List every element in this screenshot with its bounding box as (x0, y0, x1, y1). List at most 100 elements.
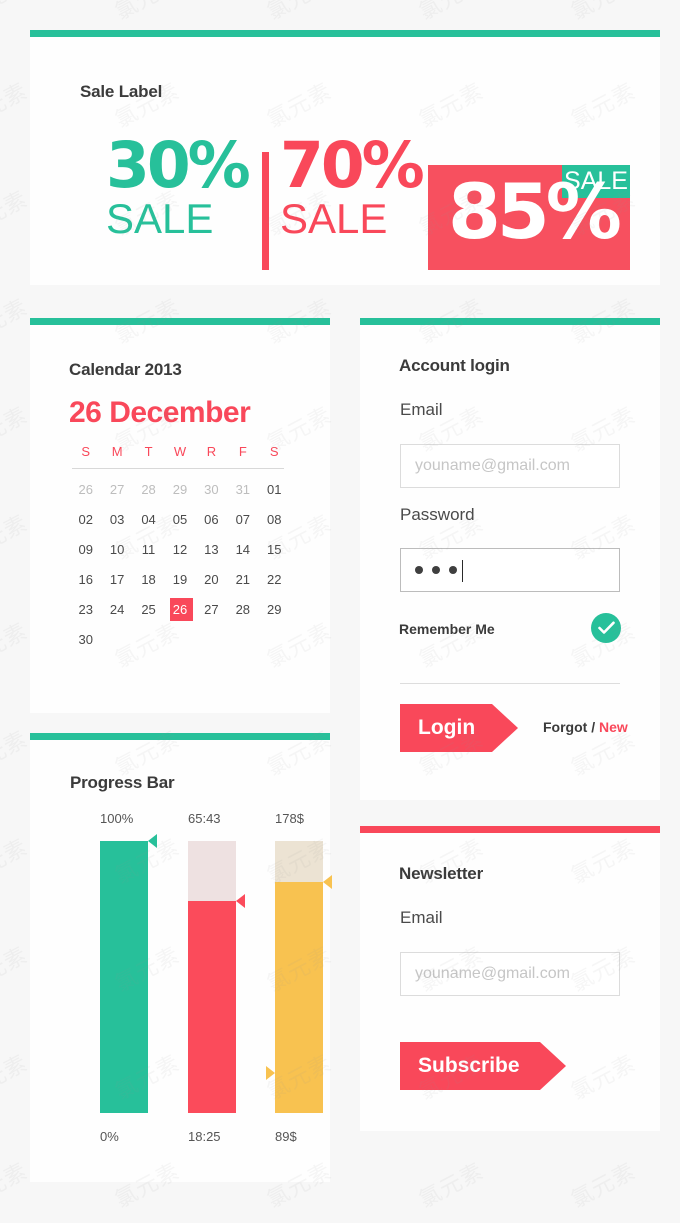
calendar-day-cell[interactable]: 30 (196, 475, 227, 505)
card-accent-bar (30, 733, 330, 740)
calendar-day-cell[interactable]: 14 (227, 535, 258, 565)
calendar-grid: SMTWRFS 26 27 28 29 30 31 01 02 03 04 05 06 07 08 09 10… (70, 440, 290, 655)
password-label: Password (400, 505, 475, 524)
new-account-link[interactable]: New (599, 719, 628, 735)
email-field[interactable] (400, 444, 620, 488)
calendar-day-cell[interactable]: 02 (70, 505, 101, 535)
calendar-day-cell[interactable]: 25 (133, 595, 164, 625)
calendar-day-cell[interactable]: 16 (70, 565, 101, 595)
calendar-day-cell[interactable]: 30 (70, 625, 101, 655)
calendar-day-cell[interactable]: 29 (259, 595, 290, 625)
card-accent-bar (30, 30, 660, 37)
bar-fill (100, 841, 148, 1113)
card-accent-bar (30, 318, 330, 325)
calendar-day-cell[interactable]: 13 (196, 535, 227, 565)
newsletter-title: Newsletter (399, 864, 483, 883)
password-dot (432, 566, 440, 574)
watermark-text: 氯元素 (0, 510, 33, 566)
calendar-day-cell[interactable]: 20 (196, 565, 227, 595)
newsletter-email-field[interactable] (400, 952, 620, 996)
subscribe-button[interactable]: Subscribe (400, 1042, 566, 1090)
calendar-day-cell[interactable]: 12 (164, 535, 195, 565)
bar-track[interactable] (266, 841, 332, 1113)
calendar-week-row: 09 10 11 12 13 14 15 (70, 535, 290, 565)
calendar-selected-day[interactable]: 26 (164, 595, 195, 625)
calendar-day-cell[interactable]: 29 (164, 475, 195, 505)
bar-track[interactable] (100, 834, 157, 1113)
sale-word: SALE (106, 194, 214, 242)
calendar-week-row: 30 (70, 625, 290, 655)
bar-marker-handle[interactable] (148, 834, 157, 848)
bar-top-label: 65:43 (188, 811, 221, 826)
sale-percent: 30% (106, 129, 251, 202)
card-accent-bar (360, 318, 660, 325)
calendar-day-cell[interactable]: 07 (227, 505, 258, 535)
calendar-day-cell[interactable]: 11 (133, 535, 164, 565)
forgot-password-link[interactable]: Forgot / (543, 719, 595, 735)
calendar-day-cell[interactable]: 28 (133, 475, 164, 505)
calendar-day-cell[interactable]: 15 (259, 535, 290, 565)
arrow-tip-icon (540, 1042, 566, 1090)
calendar-day-cell[interactable]: 27 (196, 595, 227, 625)
sale-word: SALE (280, 194, 388, 242)
sale-item-30: 30% SALE (106, 129, 251, 242)
calendar-week-row: 26 27 28 29 30 31 01 (70, 475, 290, 505)
calendar-day-cell[interactable]: 03 (101, 505, 132, 535)
sale-percent: 70% (280, 129, 425, 202)
calendar-day-header: W (173, 444, 187, 459)
progress-title: Progress Bar (70, 773, 175, 792)
remember-me-checkbox[interactable] (591, 613, 621, 643)
calendar-day-cell[interactable]: 09 (70, 535, 101, 565)
calendar-day-cell[interactable]: 27 (101, 475, 132, 505)
watermark-text: 氯元素 (109, 0, 185, 26)
bar-track[interactable] (188, 841, 245, 1113)
calendar-day-cell[interactable]: 24 (101, 595, 132, 625)
password-field[interactable] (400, 548, 620, 592)
calendar-day-cell[interactable]: 26 (70, 475, 101, 505)
page-title: Sale Label (80, 82, 163, 101)
calendar-week-row: 16 17 18 19 20 21 22 (70, 565, 290, 595)
login-button-label: Login (418, 716, 476, 739)
calendar-day-cell[interactable]: 17 (101, 565, 132, 595)
watermark-text: 氯元素 (0, 726, 33, 782)
calendar-day-header: R (206, 444, 217, 459)
bar-marker-handle[interactable] (266, 1066, 275, 1080)
divider (400, 683, 620, 684)
email-label: Email (400, 400, 443, 419)
bar-marker-handle[interactable] (323, 874, 332, 889)
watermark-text: 氯元素 (567, 1158, 641, 1214)
watermark-text: 氯元素 (0, 0, 32, 26)
watermark-text: 氯元素 (0, 834, 33, 890)
watermark-text: 氯元素 (0, 618, 33, 674)
calendar-day-cell[interactable]: 22 (259, 565, 290, 595)
calendar-day-cell[interactable]: 08 (259, 505, 290, 535)
calendar-day-cell[interactable]: 28 (227, 595, 258, 625)
calendar-day-cell[interactable]: 18 (133, 565, 164, 595)
calendar-day-cell[interactable]: 04 (133, 505, 164, 535)
calendar-selected-date: 26 December (69, 396, 251, 429)
calendar-day-cell[interactable]: 10 (101, 535, 132, 565)
calendar-day-cell[interactable]: 01 (259, 475, 290, 505)
bar-bottom-label: 0% (100, 1129, 119, 1144)
watermark-text: 氯元素 (0, 78, 33, 134)
sale-divider (262, 152, 269, 270)
calendar-day-cell[interactable]: 23 (70, 595, 101, 625)
bar-bottom-label: 89$ (275, 1129, 297, 1144)
login-helper-links: Forgot / New (543, 719, 628, 735)
watermark-text: 氯元素 (0, 942, 33, 998)
calendar-empty-cell (133, 625, 164, 655)
login-button[interactable]: Login (400, 704, 518, 752)
calendar-day-cell[interactable]: 19 (164, 565, 195, 595)
sale-item-70: 70% SALE (280, 129, 425, 242)
calendar-day-cell[interactable]: 31 (227, 475, 258, 505)
calendar-week-row: 23 24 25 26 27 28 29 (70, 595, 290, 625)
calendar-day-cell[interactable]: 06 (196, 505, 227, 535)
watermark-text: 氯元素 (261, 0, 337, 26)
watermark-text: 氯元素 (0, 402, 33, 458)
login-title: Account login (399, 356, 510, 375)
calendar-day-cell[interactable]: 05 (164, 505, 195, 535)
bar-marker-handle[interactable] (236, 893, 245, 908)
progress-bars-group: 100% 0% 65:43 18:25 178$ 89$ (70, 811, 332, 1156)
watermark-text: 氯元素 (0, 1158, 33, 1214)
calendar-day-cell[interactable]: 21 (227, 565, 258, 595)
